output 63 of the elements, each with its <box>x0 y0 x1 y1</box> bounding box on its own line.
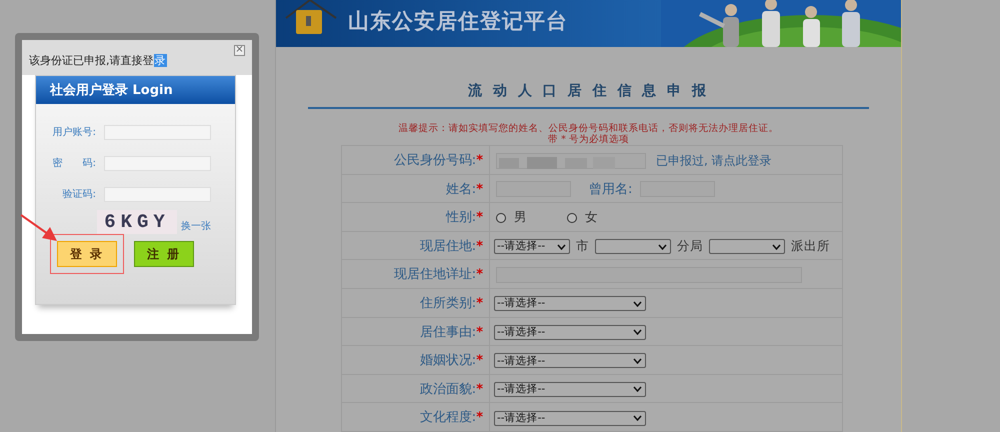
dialog-message: 该身份证已申报,请直接登 <box>29 54 154 67</box>
field-label: 分局 <box>677 238 703 254</box>
caret-icon <box>772 244 781 250</box>
radio-button[interactable] <box>567 212 577 223</box>
notice-text: 温馨提示：请如实填写您的姓名、公民身份号码和联系电话，否则将无法办理居住证。 <box>398 123 780 134</box>
required-mark: * <box>476 324 483 340</box>
pointer-arrow <box>20 214 58 242</box>
dropdown[interactable]: --请选择-- <box>494 410 646 426</box>
field-label: 文化程度: <box>420 410 476 426</box>
required-mark: * <box>476 210 483 226</box>
caret-icon <box>633 329 642 336</box>
selected-text: 录 <box>154 54 166 67</box>
field-label: 姓名: <box>446 182 476 197</box>
caret-icon <box>557 244 566 250</box>
required-mark: * <box>476 353 483 368</box>
dropdown[interactable]: --请选择-- <box>494 296 646 312</box>
caret-icon <box>633 415 642 422</box>
field-label: 用户账号: <box>52 126 96 140</box>
register-button[interactable]: 注 册 <box>134 241 194 267</box>
field-label: 现居住地详址: <box>394 267 476 282</box>
password-field[interactable] <box>104 156 211 171</box>
dropdown[interactable]: --请选择-- <box>494 324 646 340</box>
field-label: 现居住地: <box>420 238 476 254</box>
field-label: 公民身份号码: <box>394 153 476 168</box>
captcha-image: 6KGY <box>97 210 177 234</box>
caret-icon <box>633 358 642 364</box>
dropdown[interactable] <box>595 239 671 254</box>
field-label: 住所类别: <box>420 296 476 311</box>
login-title: 社会用户登录 Login <box>36 76 235 104</box>
required-mark: * <box>476 153 483 168</box>
close-button[interactable]: × <box>234 45 245 56</box>
dropdown[interactable]: --请选择-- <box>494 353 646 368</box>
site-title: 山东公安居住登记平台 <box>348 8 568 35</box>
captcha-field[interactable] <box>104 187 211 202</box>
field-label: 性别: <box>446 210 476 226</box>
required-mark: * <box>476 238 483 254</box>
required-mark: * <box>476 296 483 311</box>
caret-icon <box>658 244 667 250</box>
caret-icon <box>633 386 642 392</box>
field-label: 派出所 <box>791 238 830 254</box>
field-label: 政治面貌: <box>420 382 476 397</box>
field-label: 验证码: <box>62 188 96 202</box>
login-button[interactable]: 登 录 <box>57 241 117 267</box>
required-mark: * <box>476 410 483 426</box>
required-mark: * <box>476 267 483 282</box>
option-label: 男 <box>514 208 527 226</box>
required-note: 带 * 号为必填选项 <box>547 134 630 145</box>
dropdown[interactable]: --请选择-- <box>494 239 570 254</box>
dropdown[interactable] <box>709 239 785 254</box>
field-label: 密 码: <box>52 156 96 171</box>
option-label: 女 <box>585 208 598 226</box>
field-label: 婚姻状况: <box>420 353 476 368</box>
caret-icon <box>633 300 642 307</box>
field-label: 曾用名: <box>589 182 632 197</box>
required-mark: * <box>476 182 483 197</box>
username-field[interactable] <box>104 125 211 140</box>
refresh-captcha-link[interactable]: 换一张 <box>181 219 211 234</box>
form-title: 流 动 人 口 居 住 信 息 申 报 <box>467 82 710 101</box>
dropdown[interactable]: --请选择-- <box>494 382 646 397</box>
field-label: 居住事由: <box>420 324 476 340</box>
required-mark: * <box>476 382 483 397</box>
radio-button[interactable] <box>496 212 506 223</box>
field-label: 市 <box>576 238 589 254</box>
